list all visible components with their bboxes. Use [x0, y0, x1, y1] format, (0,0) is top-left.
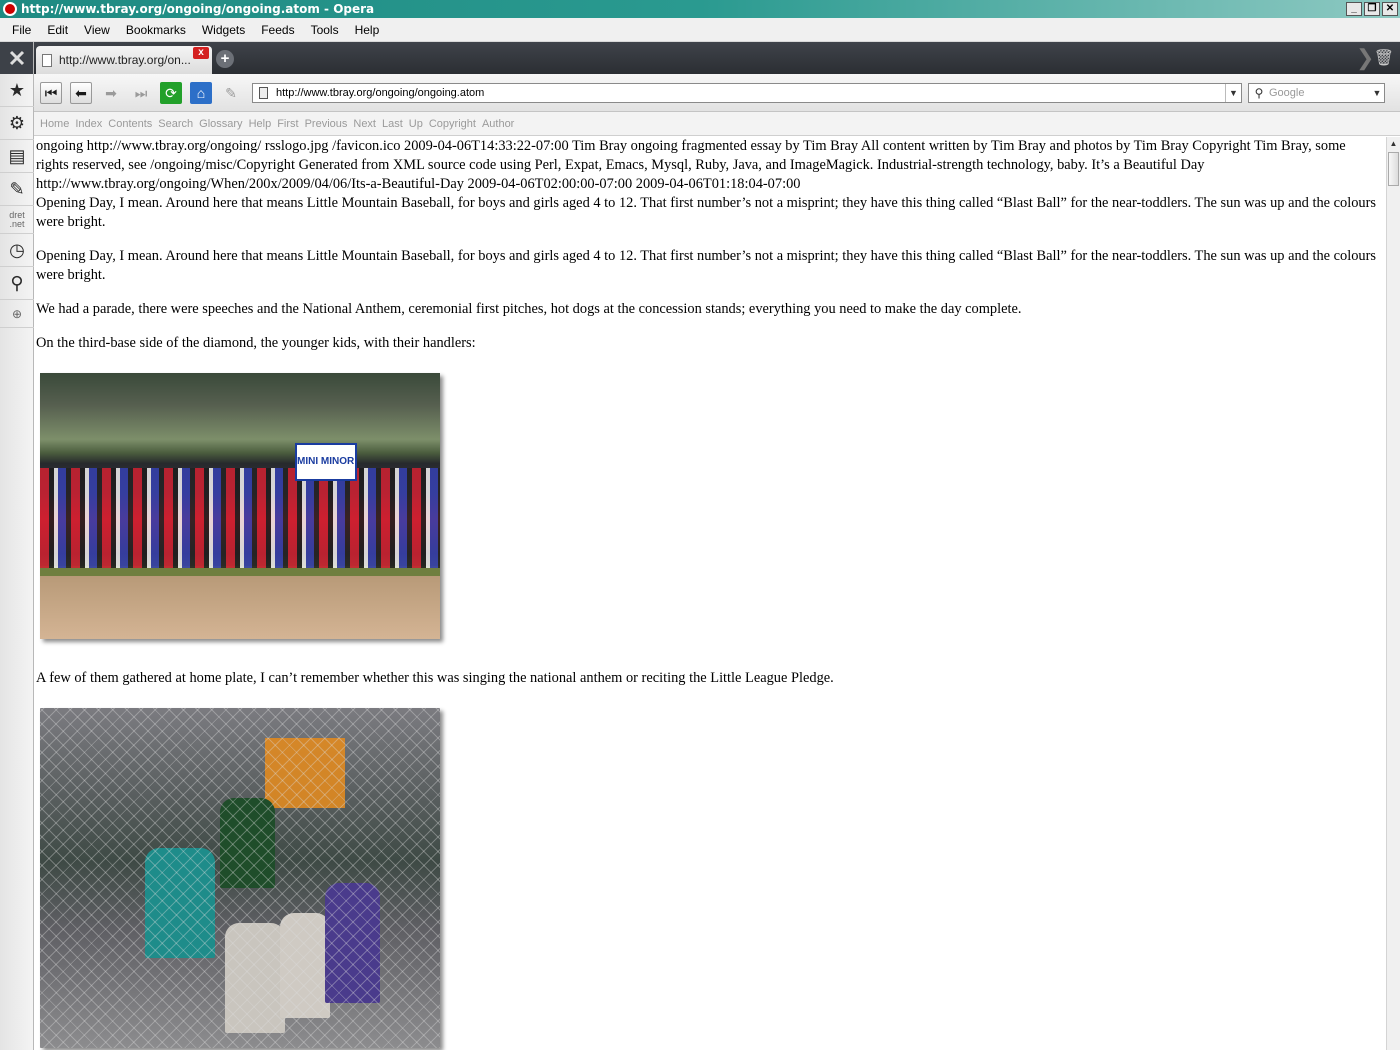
- page-content: ongoing http://www.tbray.org/ongoing/ rs…: [34, 137, 1386, 1050]
- minimize-button[interactable]: _: [1346, 2, 1362, 16]
- search-input[interactable]: Google: [1269, 87, 1370, 99]
- paragraph-third-base: On the third-base side of the diamond, t…: [36, 335, 476, 351]
- nav-link-glossary[interactable]: Glossary: [199, 118, 242, 130]
- bookmarks-star-icon[interactable]: ★: [0, 74, 34, 107]
- window-title: http://www.tbray.org/ongoing/ongoing.ato…: [21, 2, 375, 16]
- window-controls: _ ❐ ✕: [1346, 2, 1398, 16]
- tab-label: http://www.tbray.org/on...: [59, 53, 191, 67]
- photo-younger-kids: MINI MINOR A: [40, 373, 440, 639]
- address-input[interactable]: http://www.tbray.org/ongoing/ongoing.ato…: [276, 87, 1225, 99]
- menu-bookmarks[interactable]: Bookmarks: [118, 23, 194, 37]
- nav-link-contents[interactable]: Contents: [108, 118, 152, 130]
- entry-summary: Opening Day, I mean. Around here that me…: [36, 195, 1376, 230]
- menu-view[interactable]: View: [76, 23, 118, 37]
- nav-link-search[interactable]: Search: [158, 118, 193, 130]
- scrollbar-thumb[interactable]: [1388, 152, 1399, 186]
- nav-link-first[interactable]: First: [277, 118, 298, 130]
- nav-link-up[interactable]: Up: [409, 118, 423, 130]
- widgets-gear-icon[interactable]: ⚙: [0, 107, 34, 140]
- paragraph-parade: We had a parade, there were speeches and…: [36, 301, 1022, 317]
- tab-bar: http://www.tbray.org/on... x + ❯ 🗑: [34, 42, 1400, 74]
- nav-link-help[interactable]: Help: [249, 118, 272, 130]
- address-bar[interactable]: http://www.tbray.org/ongoing/ongoing.ato…: [252, 83, 1242, 103]
- home-button[interactable]: ⌂: [190, 82, 212, 104]
- panel-toggle-icon[interactable]: [0, 42, 33, 74]
- fast-forward-button[interactable]: ⏭: [130, 82, 152, 104]
- paragraph-home-plate: A few of them gathered at home plate, I …: [36, 670, 834, 686]
- rewind-button[interactable]: ⏮: [40, 82, 62, 104]
- add-panel-icon[interactable]: ⊕: [0, 300, 34, 328]
- search-icon: ⚲: [1254, 86, 1264, 100]
- photo-home-plate: [40, 708, 440, 1048]
- photo-sign: MINI MINOR A: [295, 443, 357, 481]
- page-icon: [42, 53, 52, 67]
- dret-net-label: dret .net: [9, 209, 25, 229]
- new-tab-button[interactable]: +: [216, 50, 234, 68]
- notes-icon[interactable]: ▤: [0, 140, 34, 173]
- dret-net-icon[interactable]: dret .net: [0, 206, 34, 234]
- tab-close-button[interactable]: x: [193, 47, 209, 59]
- menu-help[interactable]: Help: [347, 23, 388, 37]
- history-clock-icon[interactable]: ◷: [0, 234, 34, 267]
- back-button[interactable]: ⬅: [70, 82, 92, 104]
- tab-ongoing-atom[interactable]: http://www.tbray.org/on... x: [36, 46, 212, 74]
- address-dropdown-icon[interactable]: ▼: [1225, 84, 1241, 102]
- navigation-toolbar: ⏮ ⬅ ➡ ⏭ ⟳ ⌂ ✎ http://www.tbray.org/ongoi…: [34, 74, 1400, 112]
- forward-button[interactable]: ➡: [100, 82, 122, 104]
- restore-button[interactable]: ❐: [1364, 2, 1380, 16]
- photo-chain-fence: [40, 708, 440, 1048]
- nav-link-previous[interactable]: Previous: [305, 118, 348, 130]
- nav-link-index[interactable]: Index: [75, 118, 102, 130]
- photo-sign-text: MINI MINOR A: [297, 456, 355, 467]
- trash-icon[interactable]: 🗑: [1374, 48, 1394, 68]
- side-panel: ★ ⚙ ▤ ✎ dret .net ◷ ⚲ ⊕: [0, 42, 34, 1050]
- page-icon: [259, 87, 268, 99]
- navigation-links-bar: Home Index Contents Search Glossary Help…: [34, 112, 1400, 136]
- reload-button[interactable]: ⟳: [160, 82, 182, 104]
- photo-crowd: [40, 468, 440, 568]
- scroll-up-arrow-icon[interactable]: ▲: [1387, 137, 1400, 151]
- menu-tools[interactable]: Tools: [303, 23, 347, 37]
- nav-link-home[interactable]: Home: [40, 118, 69, 130]
- close-window-button[interactable]: ✕: [1382, 2, 1398, 16]
- paragraph-opening-day: Opening Day, I mean. Around here that me…: [36, 248, 1376, 283]
- edit-site-prefs-icon[interactable]: ✎: [220, 82, 242, 104]
- nav-link-copyright[interactable]: Copyright: [429, 118, 476, 130]
- vertical-scrollbar[interactable]: ▲: [1386, 137, 1400, 1050]
- links-icon[interactable]: ⚲: [0, 267, 34, 300]
- menu-bar: File Edit View Bookmarks Widgets Feeds T…: [0, 18, 1400, 42]
- search-box[interactable]: ⚲ Google ▼: [1248, 83, 1385, 103]
- nav-link-last[interactable]: Last: [382, 118, 403, 130]
- photo-infield: [40, 576, 440, 639]
- feed-header-text: ongoing http://www.tbray.org/ongoing/ rs…: [36, 138, 1346, 192]
- nav-link-author[interactable]: Author: [482, 118, 514, 130]
- menu-feeds[interactable]: Feeds: [253, 23, 302, 37]
- opera-logo-icon: [3, 2, 17, 16]
- menu-file[interactable]: File: [4, 23, 39, 37]
- search-engine-dropdown-icon[interactable]: ▼: [1370, 88, 1384, 98]
- menu-widgets[interactable]: Widgets: [194, 23, 253, 37]
- nav-link-next[interactable]: Next: [353, 118, 376, 130]
- menu-edit[interactable]: Edit: [39, 23, 76, 37]
- window-title-bar: http://www.tbray.org/ongoing/ongoing.ato…: [0, 0, 1400, 18]
- transfers-icon[interactable]: ✎: [0, 173, 34, 206]
